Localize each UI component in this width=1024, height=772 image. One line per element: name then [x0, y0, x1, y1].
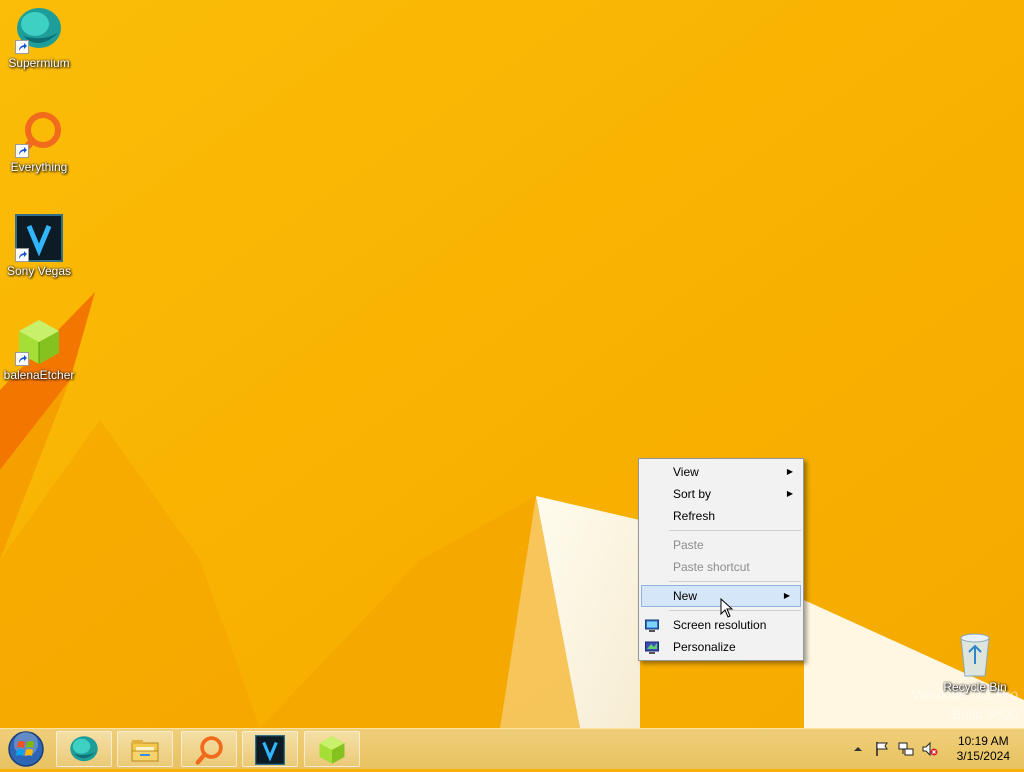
mouse-cursor-icon [720, 597, 734, 623]
submenu-arrow-icon: ▶ [783, 591, 790, 600]
everything-search-icon [195, 736, 223, 765]
start-orb-icon [8, 731, 44, 767]
menu-item-label: Paste shortcut [673, 560, 750, 574]
submenu-arrow-icon: ▶ [786, 489, 793, 498]
personalize-icon [645, 640, 659, 654]
submenu-arrow-icon: ▶ [786, 467, 793, 476]
file-explorer-icon [131, 740, 159, 762]
action-center-flag-icon[interactable] [874, 741, 890, 757]
menu-item-label: View [673, 465, 699, 479]
taskbar-button-supermium[interactable] [56, 731, 112, 767]
balena-etcher-icon [15, 318, 63, 366]
taskbar-button-everything[interactable] [181, 731, 237, 767]
clock-time: 10:19 AM [957, 734, 1009, 748]
menu-separator [669, 610, 801, 611]
desktop-icon-label: Sony Vegas [6, 264, 72, 278]
menu-item-paste[interactable]: Paste [639, 534, 803, 556]
watermark-edition: Windows 8.1 Pro [912, 686, 1018, 702]
shortcut-arrow-icon [15, 248, 29, 262]
menu-item-refresh[interactable]: Refresh [639, 505, 803, 527]
menu-item-view[interactable]: View ▶ [639, 461, 803, 483]
taskbar-button-file-explorer[interactable] [117, 731, 173, 767]
menu-item-personalize[interactable]: Personalize [639, 636, 803, 658]
menu-item-label: Sort by [673, 487, 712, 501]
taskbar-button-sony-vegas[interactable] [242, 731, 298, 767]
menu-item-label: Paste [673, 538, 704, 552]
network-icon[interactable] [898, 741, 914, 757]
system-clock[interactable]: 10:19 AM 3/15/2024 [957, 734, 1010, 764]
watermark-build: Build 9600 [951, 706, 1018, 722]
menu-separator [669, 530, 801, 531]
desktop-icon-label: Supermium [8, 56, 70, 70]
desktop-icon-sony-vegas[interactable]: Sony Vegas [0, 214, 78, 278]
menu-item-paste-shortcut[interactable]: Paste shortcut [639, 556, 803, 578]
menu-separator [669, 581, 801, 582]
windows-watermark: Windows 8.1 Pro Build 9600 [912, 684, 1018, 724]
menu-item-label: New [673, 589, 698, 603]
shortcut-arrow-icon [15, 40, 29, 54]
shortcut-arrow-icon [15, 144, 29, 158]
menu-item-label: Personalize [673, 640, 736, 654]
supermium-icon [70, 736, 98, 762]
desktop-icon-everything[interactable]: Everything [0, 110, 78, 174]
desktop-icon-supermium[interactable]: Supermium [0, 6, 78, 70]
menu-item-sort-by[interactable]: Sort by ▶ [639, 483, 803, 505]
balena-etcher-icon [319, 736, 345, 764]
everything-search-icon [15, 110, 63, 158]
sony-vegas-icon [15, 214, 63, 262]
clock-date: 3/15/2024 [956, 749, 1010, 763]
desktop-wallpaper[interactable] [0, 0, 1024, 728]
start-button[interactable] [6, 731, 46, 767]
desktop-icon-balena-etcher[interactable]: balenaEtcher [0, 318, 78, 382]
sony-vegas-icon [255, 735, 285, 765]
shortcut-arrow-icon [15, 352, 29, 366]
monitor-icon [645, 618, 659, 632]
taskbar-button-balena-etcher[interactable] [304, 731, 360, 767]
taskbar: 10:19 AM 3/15/2024 [0, 728, 1024, 769]
show-hidden-icons-chevron[interactable] [850, 741, 866, 757]
volume-muted-icon[interactable] [922, 741, 938, 757]
recycle-bin-icon [951, 630, 999, 678]
desktop-icon-label: Everything [10, 160, 68, 174]
desktop-context-menu: View ▶ Sort by ▶ Refresh Paste Paste sho… [638, 458, 804, 661]
menu-item-label: Refresh [673, 509, 716, 523]
desktop-icon-label: balenaEtcher [3, 368, 75, 382]
supermium-icon [15, 6, 63, 54]
